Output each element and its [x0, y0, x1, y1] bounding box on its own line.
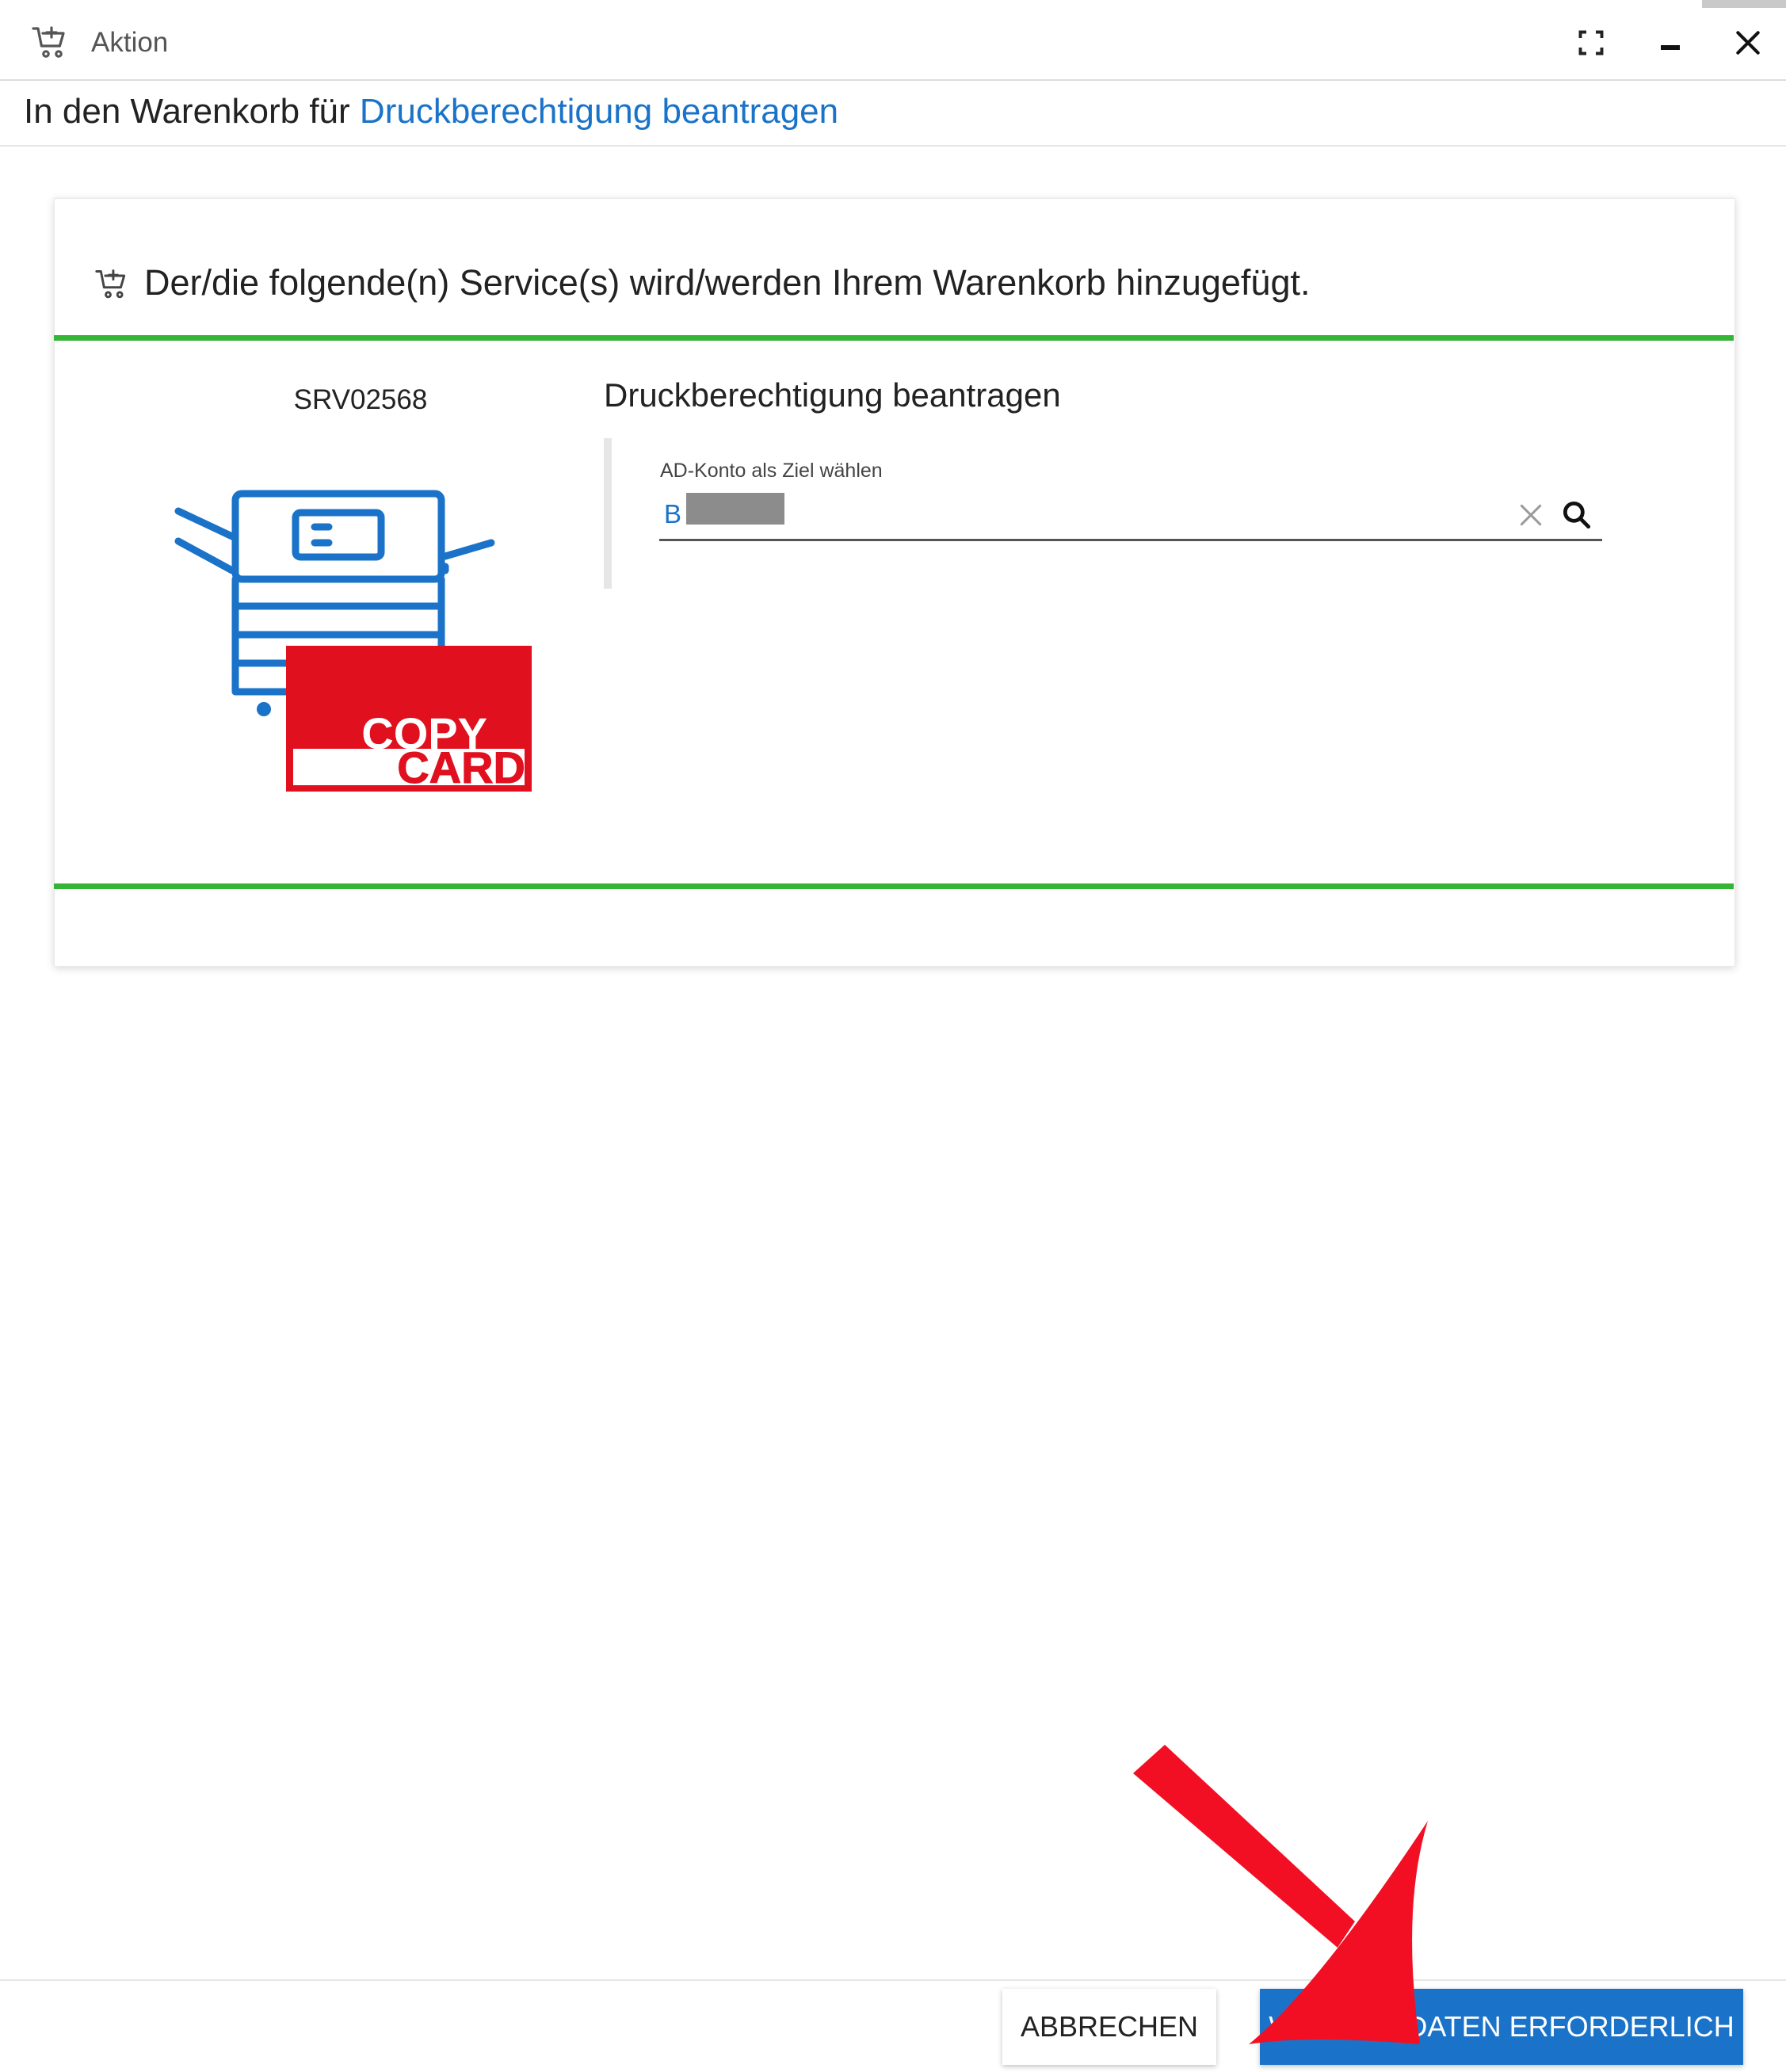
ad-account-input-underline [659, 539, 1602, 541]
ad-account-input[interactable]: B [664, 499, 681, 529]
ad-account-field-label: AD-Konto als Ziel wählen [660, 460, 883, 482]
minimize-button[interactable] [1648, 21, 1693, 65]
minimize-icon [1661, 45, 1680, 50]
service-link[interactable]: Druckberechtigung beantragen [360, 92, 838, 131]
fullscreen-button[interactable] [1569, 21, 1613, 65]
card-divider-bottom [54, 883, 1734, 889]
footer-divider [0, 1979, 1786, 1981]
more-data-required-button[interactable]: WEITERE DATEN ERFORDERLICH [1260, 1989, 1743, 2065]
window-corner-strip [1702, 0, 1786, 8]
copy-card-illustration: COPY CARD [170, 479, 535, 796]
window-title: Aktion [91, 27, 169, 58]
field-group-bar [604, 438, 612, 589]
close-icon [1736, 31, 1760, 55]
search-icon[interactable] [1559, 498, 1594, 532]
cart-icon [32, 24, 70, 62]
fullscreen-icon [1578, 30, 1604, 55]
window-titlebar [0, 0, 1786, 81]
dialog-subtitle: In den Warenkorb für Druckberechtigung b… [24, 92, 838, 132]
service-title: Druckberechtigung beantragen [604, 376, 1061, 414]
subtitle-divider [0, 145, 1786, 147]
cancel-button[interactable]: ABBRECHEN [1002, 1989, 1216, 2065]
copy-card-line2: CARD [397, 742, 525, 792]
clear-icon[interactable] [1515, 499, 1547, 531]
card-header: Der/die folgende(n) Service(s) wird/werd… [144, 262, 1311, 303]
redaction-box [686, 493, 784, 525]
cart-icon [95, 267, 130, 302]
service-id: SRV02568 [293, 384, 428, 415]
subtitle-prefix: In den Warenkorb für [24, 92, 350, 131]
card-divider-top [54, 335, 1734, 341]
close-button[interactable] [1726, 21, 1770, 65]
